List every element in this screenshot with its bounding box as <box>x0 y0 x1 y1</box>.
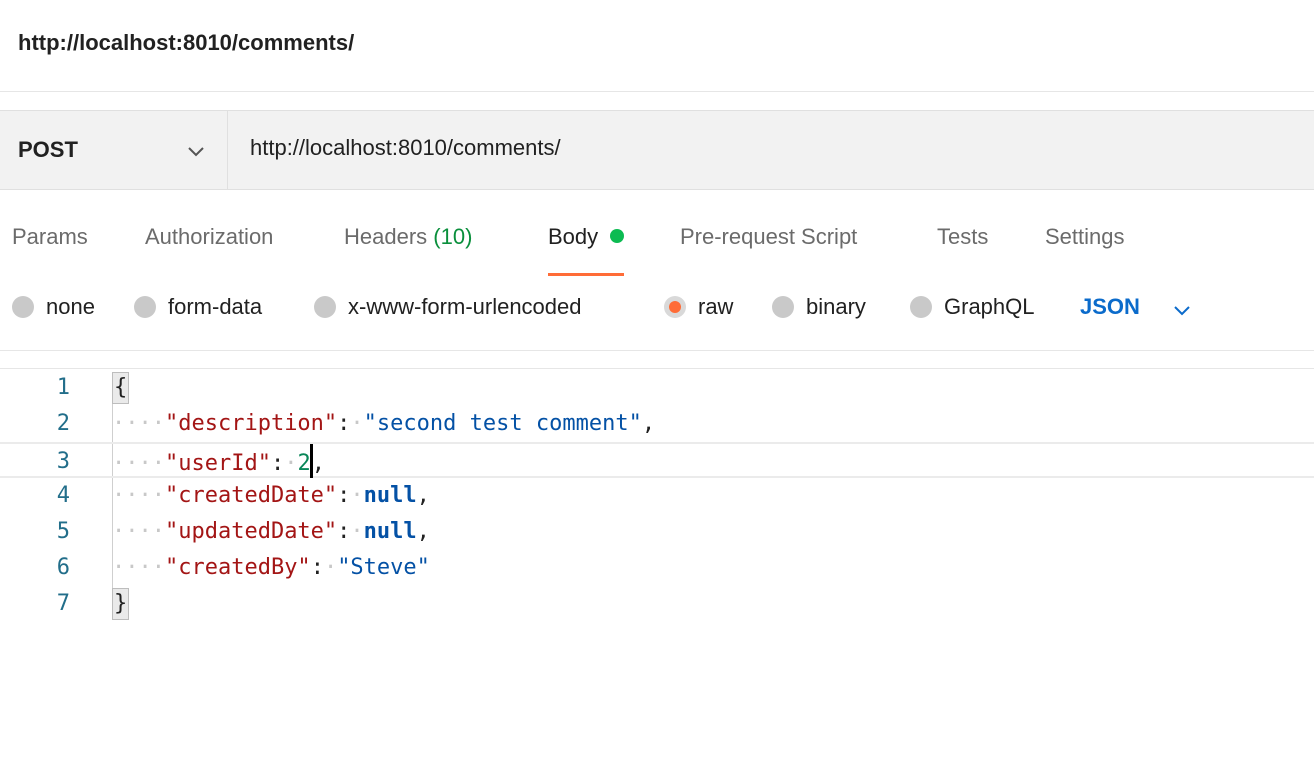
radio-checked-icon <box>664 296 686 318</box>
radio-icon <box>772 296 794 318</box>
request-tabs: Params Authorization Headers (10) Body P… <box>0 218 1314 276</box>
radio-label: form-data <box>168 294 263 319</box>
code-text: ····"createdBy":·"Steve" <box>112 555 430 580</box>
code-editor[interactable]: 1 { 2 ····"description":·"second test co… <box>0 370 1314 630</box>
tab-headers[interactable]: Headers (10) <box>344 224 472 270</box>
tab-authorization[interactable]: Authorization <box>145 224 273 270</box>
colon: : <box>337 483 351 508</box>
request-title[interactable]: http://localhost:8010/comments/ <box>18 30 354 56</box>
body-type-raw[interactable]: raw <box>664 294 733 320</box>
radio-label: raw <box>698 294 734 319</box>
radio-icon <box>134 296 156 318</box>
editor-line: 5 ····"updatedDate":·null, <box>0 514 1314 550</box>
tab-label: Pre-request Script <box>680 224 858 249</box>
body-type-none[interactable]: none <box>12 294 95 320</box>
tab-tests[interactable]: Tests <box>937 224 988 270</box>
tab-label: Params <box>12 224 88 249</box>
radio-label: x-www-form-urlencoded <box>348 294 582 319</box>
request-title-bar: http://localhost:8010/comments/ <box>0 0 1314 92</box>
editor-line: 4 ····"createdDate":·null, <box>0 478 1314 514</box>
line-number: 2 <box>56 411 70 436</box>
colon: : <box>310 555 324 580</box>
tab-body[interactable]: Body <box>548 224 625 276</box>
line-number: 6 <box>56 555 70 580</box>
code-text: ····"updatedDate":·null, <box>112 519 430 544</box>
chevron-down-icon <box>188 147 204 157</box>
code-text: } <box>112 586 130 622</box>
editor-line: 6 ····"createdBy":·"Steve" <box>0 550 1314 586</box>
open-brace: { <box>112 372 130 404</box>
tab-label: Authorization <box>145 224 274 249</box>
json-key: "description" <box>164 411 338 436</box>
code-text: ····"createdDate":·null, <box>112 483 430 508</box>
comma: , <box>416 483 430 508</box>
radio-label: none <box>46 294 95 319</box>
body-type-graphql[interactable]: GraphQL <box>910 294 1035 320</box>
body-type-urlencoded[interactable]: x-www-form-urlencoded <box>314 294 582 320</box>
headers-count: (10) <box>433 224 473 249</box>
line-number: 1 <box>56 375 70 400</box>
json-value: null <box>363 519 417 544</box>
editor-line: 1 { <box>0 370 1314 406</box>
tab-params[interactable]: Params <box>12 224 88 270</box>
radio-icon <box>314 296 336 318</box>
json-value: null <box>363 483 417 508</box>
editor-line: 2 ····"description":·"second test commen… <box>0 406 1314 442</box>
tab-pre-request-script[interactable]: Pre-request Script <box>680 224 857 270</box>
radio-icon <box>12 296 34 318</box>
code-text: ····"userId":·2, <box>112 444 325 482</box>
comma: , <box>416 519 430 544</box>
comma: , <box>641 411 656 436</box>
tab-label: Headers <box>344 224 428 249</box>
radio-label: binary <box>806 294 866 319</box>
url-input[interactable]: http://localhost:8010/comments/ <box>228 111 1314 189</box>
body-type-binary[interactable]: binary <box>772 294 866 320</box>
close-brace: } <box>112 588 130 620</box>
line-number: 3 <box>56 449 70 474</box>
request-bar: POST http://localhost:8010/comments/ <box>0 110 1314 190</box>
body-type-selector: none form-data x-www-form-urlencoded raw… <box>0 290 1314 330</box>
tab-settings[interactable]: Settings <box>1045 224 1125 270</box>
json-key: "createdDate" <box>164 483 338 508</box>
url-text: http://localhost:8010/comments/ <box>250 135 561 160</box>
chevron-down-icon[interactable] <box>1172 300 1192 320</box>
json-value: "second test comment" <box>363 411 642 436</box>
language-select[interactable]: JSON <box>1080 294 1140 320</box>
line-number: 7 <box>56 591 70 616</box>
method-selector[interactable]: POST <box>0 111 228 189</box>
editor-line-current: 3 ····"userId":·2, <box>0 442 1314 478</box>
divider <box>0 350 1314 351</box>
editor-line: 7 } <box>0 586 1314 622</box>
colon: : <box>337 519 351 544</box>
body-indicator-dot <box>610 229 625 243</box>
line-number: 5 <box>56 519 70 544</box>
line-number: 4 <box>56 483 70 508</box>
tab-label: Body <box>548 224 599 249</box>
radio-label: GraphQL <box>944 294 1035 319</box>
json-key: "updatedDate" <box>164 519 338 544</box>
tab-label: Settings <box>1045 224 1125 249</box>
json-key: "userId" <box>164 451 271 476</box>
radio-icon <box>910 296 932 318</box>
json-value: "Steve" <box>337 555 430 580</box>
divider <box>0 368 1314 369</box>
code-text: { <box>112 370 130 406</box>
comma: , <box>311 451 325 476</box>
tab-label: Tests <box>937 224 989 249</box>
json-key: "createdBy" <box>164 555 311 580</box>
colon: : <box>337 411 351 436</box>
json-value: 2 <box>297 451 311 476</box>
code-text: ····"description":·"second test comment"… <box>112 411 656 436</box>
colon: : <box>270 451 285 476</box>
method-label: POST <box>18 137 78 162</box>
body-type-form-data[interactable]: form-data <box>134 294 262 320</box>
